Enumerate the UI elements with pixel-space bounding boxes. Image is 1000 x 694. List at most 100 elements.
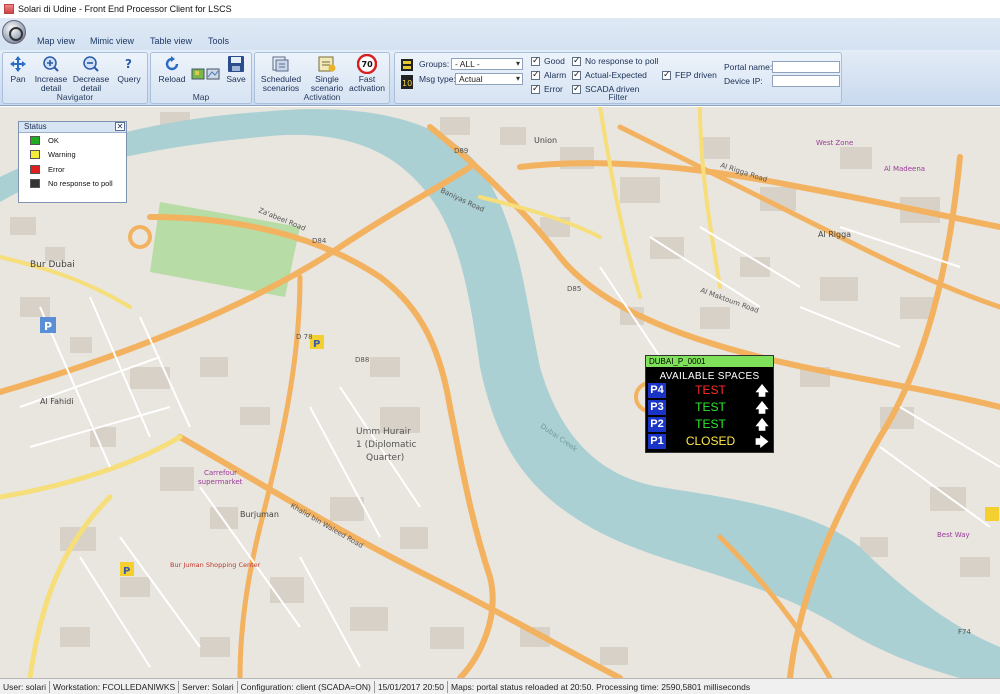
increase-detail-button[interactable]: Increase detail	[33, 55, 69, 93]
map-group: Reload Save Map	[150, 52, 252, 104]
svg-text:P: P	[44, 320, 52, 333]
label-d88: D88	[355, 356, 369, 364]
legend-row-no-response: No response to poll	[19, 177, 126, 192]
scheduled-icon	[271, 55, 291, 73]
sign-row-p1: P1 CLOSED 🡆	[646, 433, 773, 450]
status-legend-header: Status ✕	[19, 122, 126, 133]
label-d89: D89	[454, 147, 468, 155]
status-legend-panel: Status ✕ OK Warning Error No response to…	[18, 121, 127, 203]
single-scenario-label: Single scenario	[310, 74, 344, 93]
device-ip-input[interactable]	[772, 75, 840, 87]
label-carrefour: Carrefour	[204, 469, 237, 477]
label-umm-hurair: Umm Hurair	[356, 427, 411, 437]
label-al-madeena: Al Madeena	[884, 165, 925, 173]
query-icon: ?	[119, 55, 139, 73]
status-datetime: 15/01/2017 20:50	[375, 680, 449, 693]
sign-level-p1: P1	[648, 434, 666, 449]
ribbon-tabs: Map view Mimic view Table view Tools	[0, 18, 1000, 50]
save-label: Save	[226, 74, 246, 84]
actual-expected-checkbox-box[interactable]	[572, 69, 581, 80]
label-carrefour-supermarket: supermarket	[198, 478, 243, 486]
legend-row-warning: Warning	[19, 148, 126, 163]
fast-activation-label: Fast activation	[349, 74, 385, 93]
sign-row-p4: P4 TEST 🡅	[646, 382, 773, 399]
tab-mimic-view[interactable]: Mimic view	[90, 36, 134, 46]
pan-button[interactable]: Pan	[7, 55, 29, 84]
label-west-zone: West Zone	[816, 139, 853, 147]
no-response-checkbox[interactable]: No response to poll	[572, 55, 659, 66]
reload-label: Reload	[158, 74, 186, 84]
legend-label-error: Error	[48, 164, 65, 174]
label-al-rigga: Al Rigga	[818, 230, 851, 239]
reload-button[interactable]: Reload	[157, 55, 187, 84]
fep-driven-checkbox-label: FEP driven	[675, 70, 717, 80]
fep-driven-checkbox-box[interactable]	[662, 69, 671, 80]
tab-table-view[interactable]: Table view	[150, 36, 192, 46]
legend-row-error: Error	[19, 162, 126, 177]
label-burjuman: Burjuman	[240, 510, 279, 519]
save-button[interactable]: Save	[223, 55, 249, 84]
status-configuration: Configuration: client (SCADA=ON)	[238, 680, 375, 693]
tab-tools[interactable]: Tools	[208, 36, 229, 46]
pan-icon	[8, 55, 28, 73]
arrow-right-icon: 🡆	[755, 434, 769, 449]
parking-sign-popup[interactable]: DUBAI_P_0001 AVAILABLE SPACES P4 TEST 🡅 …	[645, 355, 774, 453]
map-group-label: Map	[192, 92, 210, 102]
label-quarter: Quarter)	[366, 453, 404, 463]
msg-type-label: Msg type:	[419, 74, 456, 84]
good-checkbox-box[interactable]	[531, 55, 540, 66]
actual-expected-checkbox[interactable]: Actual-Expected	[572, 69, 647, 80]
no-response-checkbox-label: No response to poll	[585, 56, 659, 66]
sign-title: AVAILABLE SPACES	[659, 371, 760, 382]
label-d78: D 78	[296, 333, 313, 341]
single-scenario-button[interactable]: Single scenario	[307, 55, 347, 93]
label-al-fahidi: Al Fahidi	[40, 397, 74, 406]
map-layers-icon[interactable]	[191, 67, 221, 83]
groups-dropdown[interactable]: - ALL -	[451, 58, 523, 70]
alarm-checkbox[interactable]: Alarm	[531, 69, 566, 80]
close-icon[interactable]: ✕	[115, 122, 125, 131]
arrow-up-icon: 🡅	[755, 383, 769, 398]
groups-icon	[401, 59, 413, 73]
portal-name-input[interactable]	[772, 61, 840, 73]
save-icon	[226, 55, 246, 73]
scheduled-scenarios-button[interactable]: Scheduled scenarios	[259, 55, 303, 93]
pan-label: Pan	[10, 74, 26, 84]
good-checkbox-label: Good	[544, 56, 565, 66]
status-legend-title: Status	[24, 122, 47, 131]
application-menu-button[interactable]	[2, 20, 26, 44]
good-checkbox[interactable]: Good	[531, 55, 565, 66]
fep-driven-checkbox[interactable]: FEP driven	[662, 69, 717, 80]
groups-label: Groups:	[419, 59, 450, 69]
fast-activation-button[interactable]: 70 Fast activation	[347, 54, 387, 93]
tab-map-view[interactable]: Map view	[37, 36, 75, 46]
sign-level-p3: P3	[648, 400, 666, 415]
single-scenario-icon	[317, 55, 337, 73]
alarm-checkbox-box[interactable]	[531, 69, 540, 80]
label-d85: D85	[567, 285, 581, 293]
speed-limit-icon: 70	[357, 54, 377, 74]
sign-row-p2: P2 TEST 🡅	[646, 416, 773, 433]
query-button[interactable]: ? Query	[115, 55, 143, 84]
svg-text:P: P	[313, 339, 320, 350]
zoom-in-icon	[41, 55, 61, 73]
label-f74: F74	[958, 628, 971, 636]
msg-type-icon: 10	[401, 75, 413, 91]
sign-id-header: DUBAI_P_0001	[646, 356, 773, 367]
map-canvas[interactable]: P P P Bur Dubai Al Fahidi Umm Hurair 1 (…	[0, 107, 1000, 678]
reload-icon	[162, 55, 182, 73]
increase-detail-label: Increase detail	[34, 74, 68, 93]
window-title: Solari di Udine - Front End Processor Cl…	[18, 4, 232, 14]
navigator-group-label: Navigator	[56, 92, 94, 102]
label-best-way: Best Way	[937, 531, 970, 539]
map-graphic[interactable]: P P P Bur Dubai Al Fahidi Umm Hurair 1 (…	[0, 107, 1000, 678]
sign-value-p4: TEST	[695, 383, 726, 397]
actual-expected-checkbox-label: Actual-Expected	[585, 70, 647, 80]
decrease-detail-button[interactable]: Decrease detail	[73, 55, 109, 93]
no-response-checkbox-box[interactable]	[572, 55, 581, 66]
label-diplomatic: 1 (Diplomatic	[356, 440, 417, 450]
sign-row-p3: P3 TEST 🡅	[646, 399, 773, 416]
activation-group-label: Activation	[303, 92, 341, 102]
msg-type-dropdown[interactable]: Actual	[455, 73, 523, 85]
legend-row-ok: OK	[19, 133, 126, 148]
